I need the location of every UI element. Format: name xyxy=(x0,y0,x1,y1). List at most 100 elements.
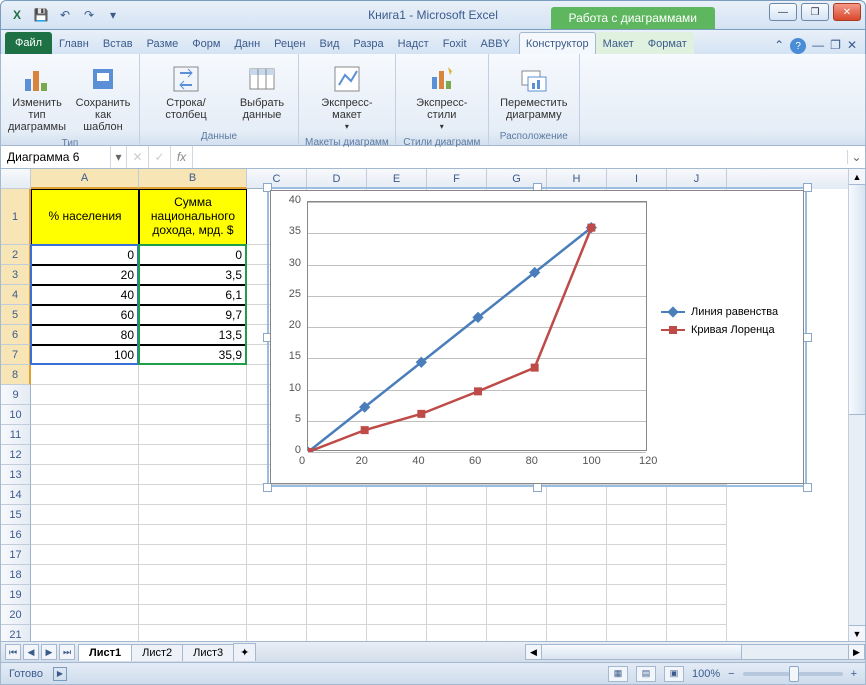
data-cell[interactable]: 35,9 xyxy=(139,345,247,365)
cell[interactable] xyxy=(607,625,667,641)
zoom-slider[interactable] xyxy=(743,672,843,676)
row-header-15[interactable]: 15 xyxy=(1,505,31,525)
scroll-up-button[interactable]: ▲ xyxy=(849,169,865,185)
cell[interactable] xyxy=(667,625,727,641)
fx-cancel-button[interactable]: ✕ xyxy=(127,146,149,168)
cell[interactable] xyxy=(139,405,247,425)
cell[interactable] xyxy=(247,605,307,625)
horizontal-scrollbar[interactable]: ◀ ▶ xyxy=(525,644,865,660)
cell[interactable] xyxy=(667,545,727,565)
chart-plot-area[interactable] xyxy=(307,201,647,451)
cell[interactable] xyxy=(547,605,607,625)
row-header-16[interactable]: 16 xyxy=(1,525,31,545)
resize-handle[interactable] xyxy=(803,183,812,192)
cell[interactable] xyxy=(307,485,367,505)
move-chart-button[interactable]: Переместить диаграмму xyxy=(495,60,573,124)
cell[interactable] xyxy=(547,525,607,545)
cell[interactable] xyxy=(367,505,427,525)
undo-button[interactable]: ↶ xyxy=(55,5,75,25)
cell[interactable] xyxy=(427,565,487,585)
cell[interactable] xyxy=(427,605,487,625)
legend-item[interactable]: Линия равенства xyxy=(661,306,778,318)
tab-Конструктор[interactable]: Конструктор xyxy=(519,32,596,54)
cell[interactable] xyxy=(667,525,727,545)
cell[interactable] xyxy=(607,485,667,505)
tab-Встав[interactable]: Встав xyxy=(96,32,140,54)
cell[interactable] xyxy=(607,565,667,585)
cell[interactable] xyxy=(31,545,139,565)
tab-Главн[interactable]: Главн xyxy=(52,32,96,54)
cell[interactable] xyxy=(487,525,547,545)
sheet-tab-Лист3[interactable]: Лист3 xyxy=(182,644,234,661)
data-cell[interactable]: 60 xyxy=(31,305,139,325)
data-cell[interactable]: 40 xyxy=(31,285,139,305)
save-button[interactable]: 💾 xyxy=(31,5,51,25)
cell[interactable] xyxy=(31,565,139,585)
cell[interactable] xyxy=(31,385,139,405)
cell[interactable] xyxy=(667,505,727,525)
row-header-20[interactable]: 20 xyxy=(1,605,31,625)
cell[interactable] xyxy=(31,585,139,605)
cell[interactable] xyxy=(307,525,367,545)
row-header-10[interactable]: 10 xyxy=(1,405,31,425)
change-chart-type-button[interactable]: Изменить тип диаграммы xyxy=(7,60,67,136)
col-header-J[interactable]: J xyxy=(667,169,727,189)
cell[interactable] xyxy=(139,365,247,385)
cell[interactable] xyxy=(427,625,487,641)
cell[interactable] xyxy=(139,445,247,465)
row-header-19[interactable]: 19 xyxy=(1,585,31,605)
row-header-6[interactable]: 6 xyxy=(1,325,31,345)
cell[interactable] xyxy=(487,605,547,625)
row-header-7[interactable]: 7 xyxy=(1,345,31,365)
col-header-D[interactable]: D xyxy=(307,169,367,189)
cell[interactable] xyxy=(139,605,247,625)
cell[interactable] xyxy=(307,585,367,605)
resize-handle[interactable] xyxy=(803,483,812,492)
zoom-level[interactable]: 100% xyxy=(692,668,720,680)
page-layout-view-button[interactable]: ▤ xyxy=(636,666,656,682)
normal-view-button[interactable]: ▦ xyxy=(608,666,628,682)
cell[interactable] xyxy=(31,625,139,641)
cell[interactable] xyxy=(667,565,727,585)
help-button[interactable]: ? xyxy=(790,38,806,54)
scroll-down-button[interactable]: ▼ xyxy=(849,625,865,641)
cell[interactable] xyxy=(367,605,427,625)
sheet-nav-next[interactable]: ▶ xyxy=(41,644,57,660)
data-cell[interactable]: 0 xyxy=(31,245,139,265)
cell[interactable] xyxy=(247,625,307,641)
fx-button[interactable]: fx xyxy=(171,146,193,168)
cell[interactable] xyxy=(139,585,247,605)
resize-handle[interactable] xyxy=(263,483,272,492)
cell[interactable] xyxy=(427,525,487,545)
zoom-out-button[interactable]: − xyxy=(728,668,734,680)
legend-item[interactable]: Кривая Лоренца xyxy=(661,324,778,336)
data-cell[interactable]: 20 xyxy=(31,265,139,285)
save-as-template-button[interactable]: Сохранить как шаблон xyxy=(73,60,133,136)
cell[interactable] xyxy=(487,545,547,565)
cell[interactable] xyxy=(607,545,667,565)
redo-button[interactable]: ↷ xyxy=(79,5,99,25)
tab-Макет[interactable]: Макет xyxy=(596,32,641,54)
tab-Форм[interactable]: Форм xyxy=(185,32,227,54)
cells-area[interactable]: % населенияСумма национального дохода, м… xyxy=(31,189,865,641)
maximize-button[interactable]: ❐ xyxy=(801,3,829,21)
cell[interactable] xyxy=(307,545,367,565)
row-header-2[interactable]: 2 xyxy=(1,245,31,265)
tab-Разра[interactable]: Разра xyxy=(346,32,390,54)
tab-Разме[interactable]: Разме xyxy=(140,32,186,54)
sheet-nav-last[interactable]: ⏭ xyxy=(59,644,75,660)
cell[interactable] xyxy=(547,485,607,505)
cell[interactable] xyxy=(31,405,139,425)
row-header-5[interactable]: 5 xyxy=(1,305,31,325)
data-cell[interactable]: % населения xyxy=(31,189,139,245)
cell[interactable] xyxy=(607,605,667,625)
close-button[interactable]: ✕ xyxy=(833,3,861,21)
doc-restore-button[interactable]: ❐ xyxy=(830,38,841,54)
col-header-E[interactable]: E xyxy=(367,169,427,189)
cell[interactable] xyxy=(139,385,247,405)
cell[interactable] xyxy=(307,565,367,585)
scroll-thumb[interactable] xyxy=(849,185,865,415)
sheet-tab-Лист1[interactable]: Лист1 xyxy=(78,644,132,661)
cell[interactable] xyxy=(427,505,487,525)
cell[interactable] xyxy=(139,485,247,505)
